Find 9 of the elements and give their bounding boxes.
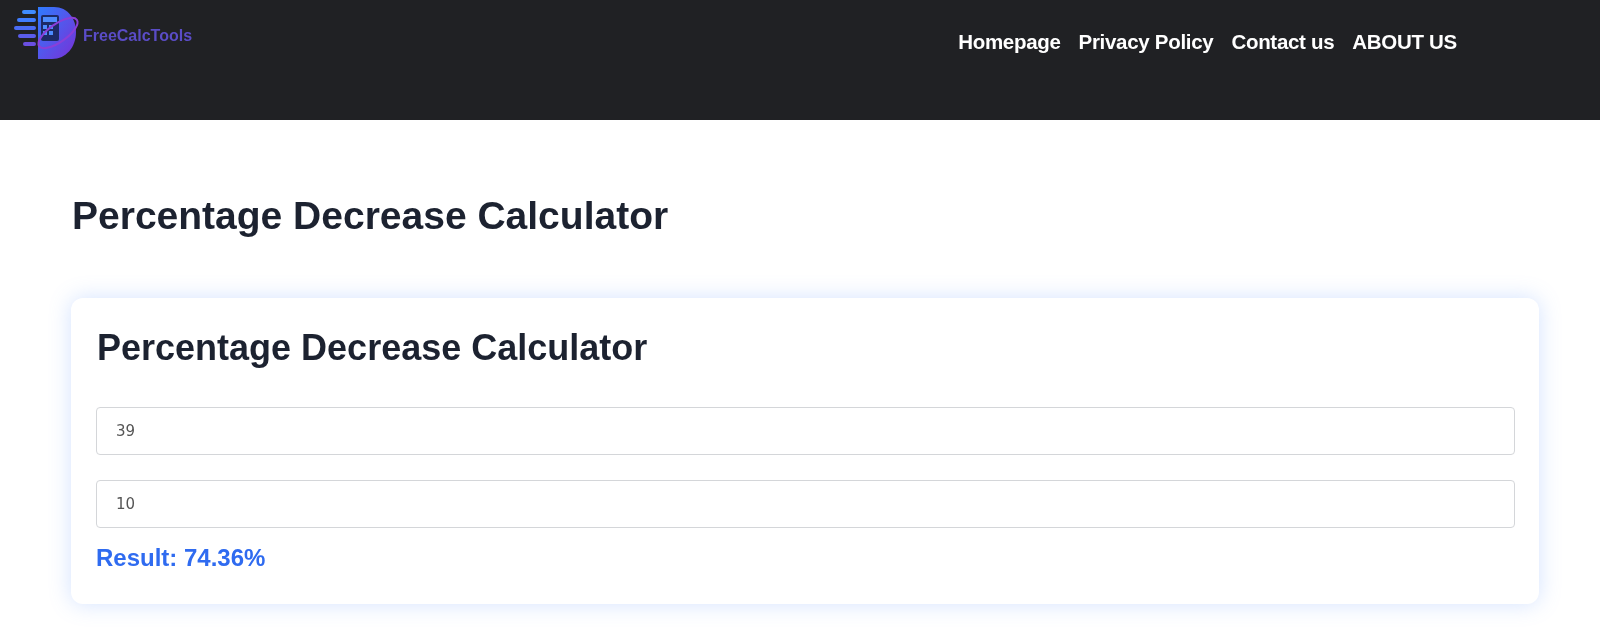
page-title: Percentage Decrease Calculator bbox=[72, 193, 670, 239]
nav-link[interactable]: Homepage bbox=[958, 30, 1061, 55]
result-text: Result: 74.36% bbox=[96, 544, 267, 573]
nav-link[interactable]: Contact us bbox=[1231, 30, 1335, 55]
number-input[interactable]: 39 bbox=[96, 407, 1515, 455]
number-input[interactable]: 10 bbox=[96, 480, 1515, 528]
calculator-title: Percentage Decrease Calculator bbox=[97, 325, 649, 369]
nav-link[interactable]: Privacy Policy bbox=[1078, 30, 1214, 55]
nav-link[interactable]: ABOUT US bbox=[1352, 30, 1457, 55]
